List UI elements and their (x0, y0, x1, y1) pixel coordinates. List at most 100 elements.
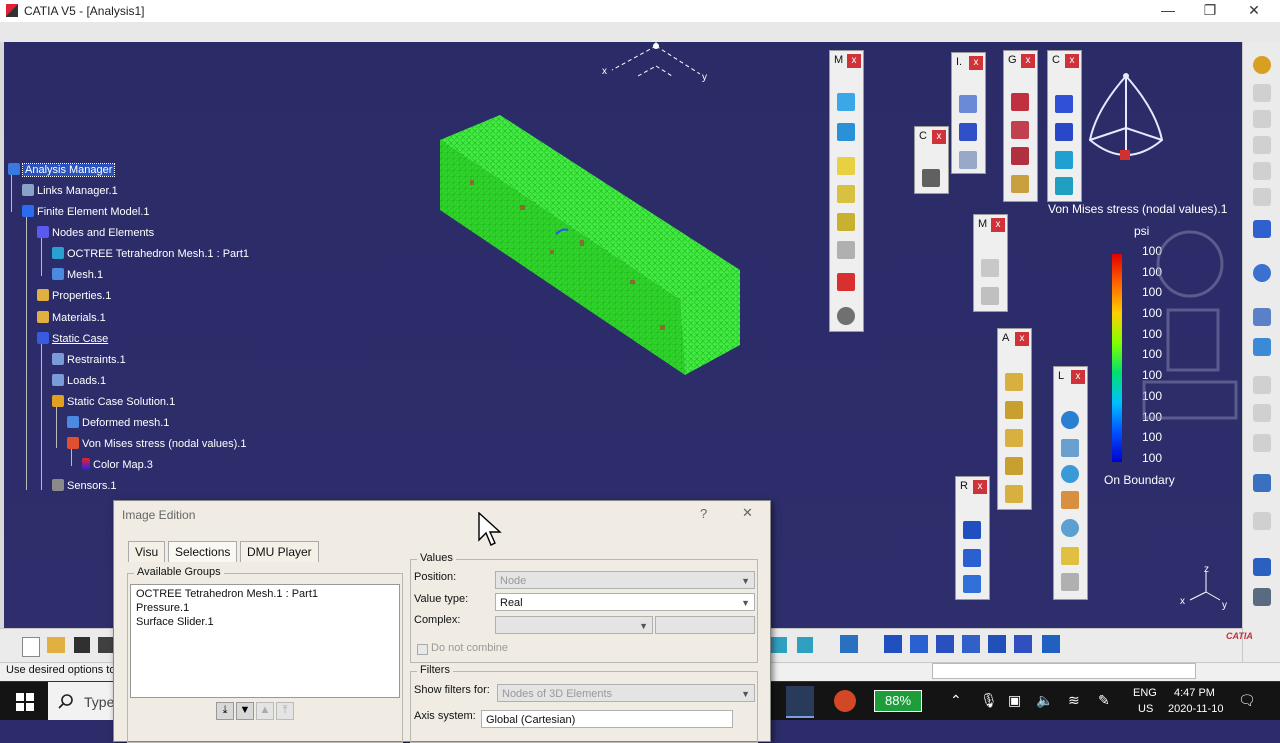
solid-property-icon[interactable] (837, 157, 855, 175)
analysis-tool-3-icon[interactable] (1005, 429, 1023, 447)
tree-item-von-mises[interactable]: Von Mises stress (nodal values).1 (67, 436, 246, 452)
toolbar-close-button[interactable]: x (969, 56, 983, 70)
toolbar-a[interactable]: Ax (997, 328, 1032, 510)
clock-time[interactable]: 4:47 PM (1174, 687, 1215, 699)
restraint-iso-icon[interactable] (963, 575, 981, 593)
tree-item-solution[interactable]: Static Case Solution.1 (52, 394, 175, 410)
toolbar-close-button[interactable]: x (991, 218, 1005, 232)
triangle-mesher-icon[interactable] (837, 123, 855, 141)
toolbar-c1[interactable]: Cx (914, 126, 949, 194)
axis-system-select[interactable]: Global (Cartesian) (481, 710, 733, 728)
force-icon[interactable] (1061, 439, 1079, 457)
tool-icon[interactable] (1253, 136, 1271, 154)
toolbar-g[interactable]: Gx (1003, 50, 1038, 202)
tree-item-links-manager[interactable]: Links Manager.1 (22, 183, 118, 199)
close-button[interactable]: ✕ (1232, 0, 1276, 22)
tool-icon[interactable] (1253, 434, 1271, 452)
powerpoint-icon[interactable] (834, 690, 856, 712)
deformation-icon[interactable] (959, 123, 977, 141)
analysis-tool-4-icon[interactable] (1005, 457, 1023, 475)
tool-icon[interactable] (1253, 110, 1271, 128)
tree-item-loads[interactable]: Loads.1 (52, 373, 106, 389)
pen-icon[interactable]: ✎ (1098, 692, 1110, 709)
bearing-load-icon[interactable] (1061, 491, 1079, 509)
tree-item-sensors[interactable]: Sensors.1 (52, 478, 117, 494)
language-top[interactable]: ENG (1133, 687, 1157, 699)
animation-icon[interactable] (959, 151, 977, 169)
tab-dmu-player[interactable]: DMU Player (240, 541, 319, 562)
toolbar-close-button[interactable]: x (1065, 54, 1079, 68)
toolbar-m1[interactable]: Mx (829, 50, 864, 332)
material-sphere-icon[interactable] (837, 307, 855, 325)
toolbar-i[interactable]: I. x (951, 52, 986, 174)
toolbar-m2[interactable]: Mx (973, 214, 1008, 312)
show-filters-select[interactable]: Nodes of 3D Elements ▼ (497, 684, 755, 702)
surface-slider-icon[interactable] (1055, 123, 1073, 141)
view-tool-icon[interactable] (771, 637, 787, 653)
help-button[interactable]: ? (700, 506, 707, 521)
tab-visu[interactable]: Visu (128, 541, 166, 562)
position-select[interactable]: Node ▼ (495, 571, 755, 589)
user-material-icon[interactable] (837, 241, 855, 259)
open-icon[interactable] (47, 637, 65, 653)
toolbar-close-button[interactable]: x (1015, 332, 1029, 346)
wifi-icon[interactable]: ≋ (1068, 692, 1080, 709)
tree-item-restraints[interactable]: Restraints.1 (52, 352, 126, 368)
clock-date[interactable]: 2020-11-10 (1168, 703, 1223, 715)
analysis-tool-icon[interactable] (936, 635, 954, 653)
complex-input[interactable] (655, 616, 755, 634)
pressure-icon[interactable] (1055, 151, 1073, 169)
dialog-close-button[interactable]: ✕ (742, 505, 753, 521)
restraint-pivot-icon[interactable] (963, 549, 981, 567)
microphone-icon[interactable]: 🎙 (980, 692, 998, 709)
analysis-tool-2-icon[interactable] (1005, 401, 1023, 419)
calculator-icon[interactable] (922, 169, 940, 187)
show-hidden-icons-icon[interactable]: ⌃ (950, 692, 962, 709)
view-icon[interactable] (1253, 338, 1271, 356)
taskbar-search[interactable]: Type (48, 682, 114, 720)
tree-item-deformed-mesh[interactable]: Deformed mesh.1 (67, 415, 169, 431)
tree-item-finite-element-model[interactable]: Finite Element Model.1 (22, 204, 150, 220)
print-icon[interactable] (1253, 588, 1271, 606)
toolbar-r[interactable]: Rx (955, 476, 990, 600)
tree-item-properties[interactable]: Properties.1 (37, 288, 111, 304)
view-tool-icon[interactable] (797, 637, 813, 653)
moment-icon[interactable] (1061, 465, 1079, 483)
language-bottom[interactable]: US (1138, 703, 1153, 715)
distributed-force-icon[interactable] (1055, 177, 1073, 195)
list-item[interactable]: Pressure.1 (136, 602, 189, 614)
toolbar-close-button[interactable]: x (847, 54, 861, 68)
enforced-displacement-icon[interactable] (1061, 573, 1079, 591)
navigation-compass[interactable] (1086, 70, 1166, 182)
catia-taskbar-icon[interactable] (786, 686, 814, 718)
analysis-tool-icon[interactable] (884, 635, 902, 653)
check-icon[interactable] (837, 273, 855, 291)
tree-item-mesh[interactable]: Mesh.1 (52, 267, 103, 283)
analysis-tool-icon[interactable] (962, 635, 980, 653)
toolbar-l[interactable]: Lx (1053, 366, 1088, 600)
new-icon[interactable] (22, 637, 40, 657)
value-type-select[interactable]: Real ▼ (495, 593, 755, 611)
groups-list[interactable]: OCTREE Tetrahedron Mesh.1 : Part1 Pressu… (130, 584, 400, 698)
list-item[interactable]: Surface Slider.1 (136, 616, 214, 628)
analysis-tool-1-icon[interactable] (1005, 373, 1023, 391)
tree-item-static-case[interactable]: Static Case (37, 331, 108, 347)
analysis-icon[interactable] (1253, 474, 1271, 492)
group-box-icon[interactable] (1011, 175, 1029, 193)
tool-icon[interactable] (1253, 376, 1271, 394)
tetra-mesher-icon[interactable] (837, 93, 855, 111)
move-all-down-button[interactable]: ⤓ (216, 702, 234, 720)
minimize-button[interactable]: — (1146, 0, 1190, 22)
group-points-icon[interactable] (1011, 121, 1029, 139)
restraint-clamp-icon[interactable] (963, 521, 981, 539)
tray-app-icon[interactable]: ▣ (1008, 692, 1021, 709)
clamp-icon[interactable] (1055, 95, 1073, 113)
load-icon[interactable] (1061, 411, 1079, 429)
analysis-tool-icon[interactable] (1042, 635, 1060, 653)
swap-icon[interactable] (1253, 558, 1271, 576)
select-arrow-icon[interactable] (1253, 220, 1271, 238)
tree-item-nodes-elements[interactable]: Nodes and Elements (37, 225, 154, 241)
toolbar-close-button[interactable]: x (973, 480, 987, 494)
compute-icon[interactable] (981, 287, 999, 305)
analysis-tool-5-icon[interactable] (1005, 485, 1023, 503)
